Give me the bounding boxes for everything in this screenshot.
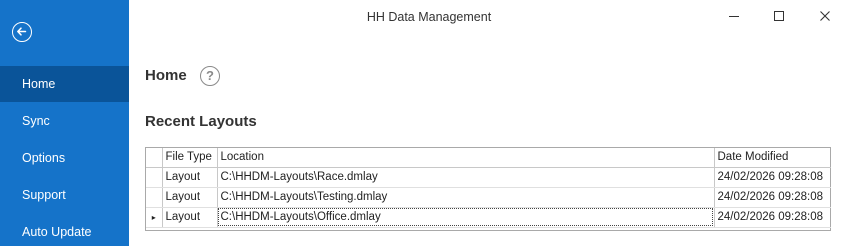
recent-layouts-title: Recent Layouts bbox=[145, 113, 257, 130]
sidebar-item-home[interactable]: Home bbox=[0, 66, 129, 102]
cell-location[interactable]: C:\HHDM-Layouts\Office.dmlay bbox=[217, 207, 715, 228]
sidebar-item-sync[interactable]: Sync bbox=[0, 103, 129, 139]
sidebar-item-label: Home bbox=[22, 77, 56, 91]
cell-file-type[interactable]: Layout bbox=[162, 167, 218, 188]
close-icon bbox=[820, 11, 830, 21]
sidebar-item-support[interactable]: Support bbox=[0, 177, 129, 213]
sidebar-nav: Home Sync Options Support Auto Update bbox=[0, 66, 129, 246]
maximize-icon bbox=[774, 11, 784, 21]
app-window: Home Sync Options Support Auto Update HH… bbox=[0, 0, 849, 246]
table-row[interactable]: Layout C:\HHDM-Layouts\Race.dmlay 24/02/… bbox=[146, 167, 831, 188]
minimize-button[interactable] bbox=[722, 6, 746, 26]
sidebar-item-auto-update[interactable]: Auto Update bbox=[0, 214, 129, 246]
sidebar-item-label: Support bbox=[22, 188, 66, 202]
table-row[interactable]: Layout C:\HHDM-Layouts\Testing.dmlay 24/… bbox=[146, 187, 831, 208]
column-header-date-modified[interactable]: Date Modified bbox=[714, 148, 831, 168]
cell-location[interactable]: C:\HHDM-Layouts\Testing.dmlay bbox=[217, 187, 715, 208]
back-button[interactable] bbox=[12, 22, 32, 42]
row-header[interactable] bbox=[146, 187, 163, 208]
table-row-current[interactable]: ▸ Layout C:\HHDM-Layouts\Office.dmlay 24… bbox=[146, 207, 831, 228]
row-header-corner bbox=[146, 148, 163, 168]
cell-date-modified[interactable]: 24/02/2026 09:28:08 bbox=[714, 167, 831, 188]
recent-layouts-grid[interactable]: File Type Location Date Modified Layout … bbox=[145, 147, 831, 231]
window-title: HH Data Management bbox=[366, 10, 492, 24]
table-header-row: File Type Location Date Modified bbox=[146, 148, 831, 168]
cell-date-modified[interactable]: 24/02/2026 09:28:08 bbox=[714, 187, 831, 208]
current-row-indicator-icon[interactable]: ▸ bbox=[146, 207, 163, 228]
cell-file-type[interactable]: Layout bbox=[162, 187, 218, 208]
main-panel: HH Data Management Home ? Recent Layouts bbox=[129, 0, 849, 246]
sidebar-item-label: Options bbox=[22, 151, 66, 165]
minimize-icon bbox=[729, 16, 739, 17]
sidebar-item-label: Auto Update bbox=[22, 225, 92, 239]
page-title: Home bbox=[145, 67, 187, 84]
cell-file-type[interactable]: Layout bbox=[162, 207, 218, 228]
sidebar-item-label: Sync bbox=[22, 114, 50, 128]
back-arrow-icon bbox=[17, 27, 27, 36]
recent-layouts-table: File Type Location Date Modified Layout … bbox=[146, 148, 831, 228]
cell-location[interactable]: C:\HHDM-Layouts\Race.dmlay bbox=[217, 167, 715, 188]
help-icon[interactable]: ? bbox=[200, 66, 220, 86]
column-header-location[interactable]: Location bbox=[217, 148, 715, 168]
close-button[interactable] bbox=[813, 6, 837, 26]
maximize-button[interactable] bbox=[767, 6, 791, 26]
row-header[interactable] bbox=[146, 167, 163, 188]
column-header-file-type[interactable]: File Type bbox=[162, 148, 218, 168]
sidebar-item-options[interactable]: Options bbox=[0, 140, 129, 176]
sidebar: Home Sync Options Support Auto Update bbox=[0, 0, 129, 246]
cell-date-modified[interactable]: 24/02/2026 09:28:08 bbox=[714, 207, 831, 228]
